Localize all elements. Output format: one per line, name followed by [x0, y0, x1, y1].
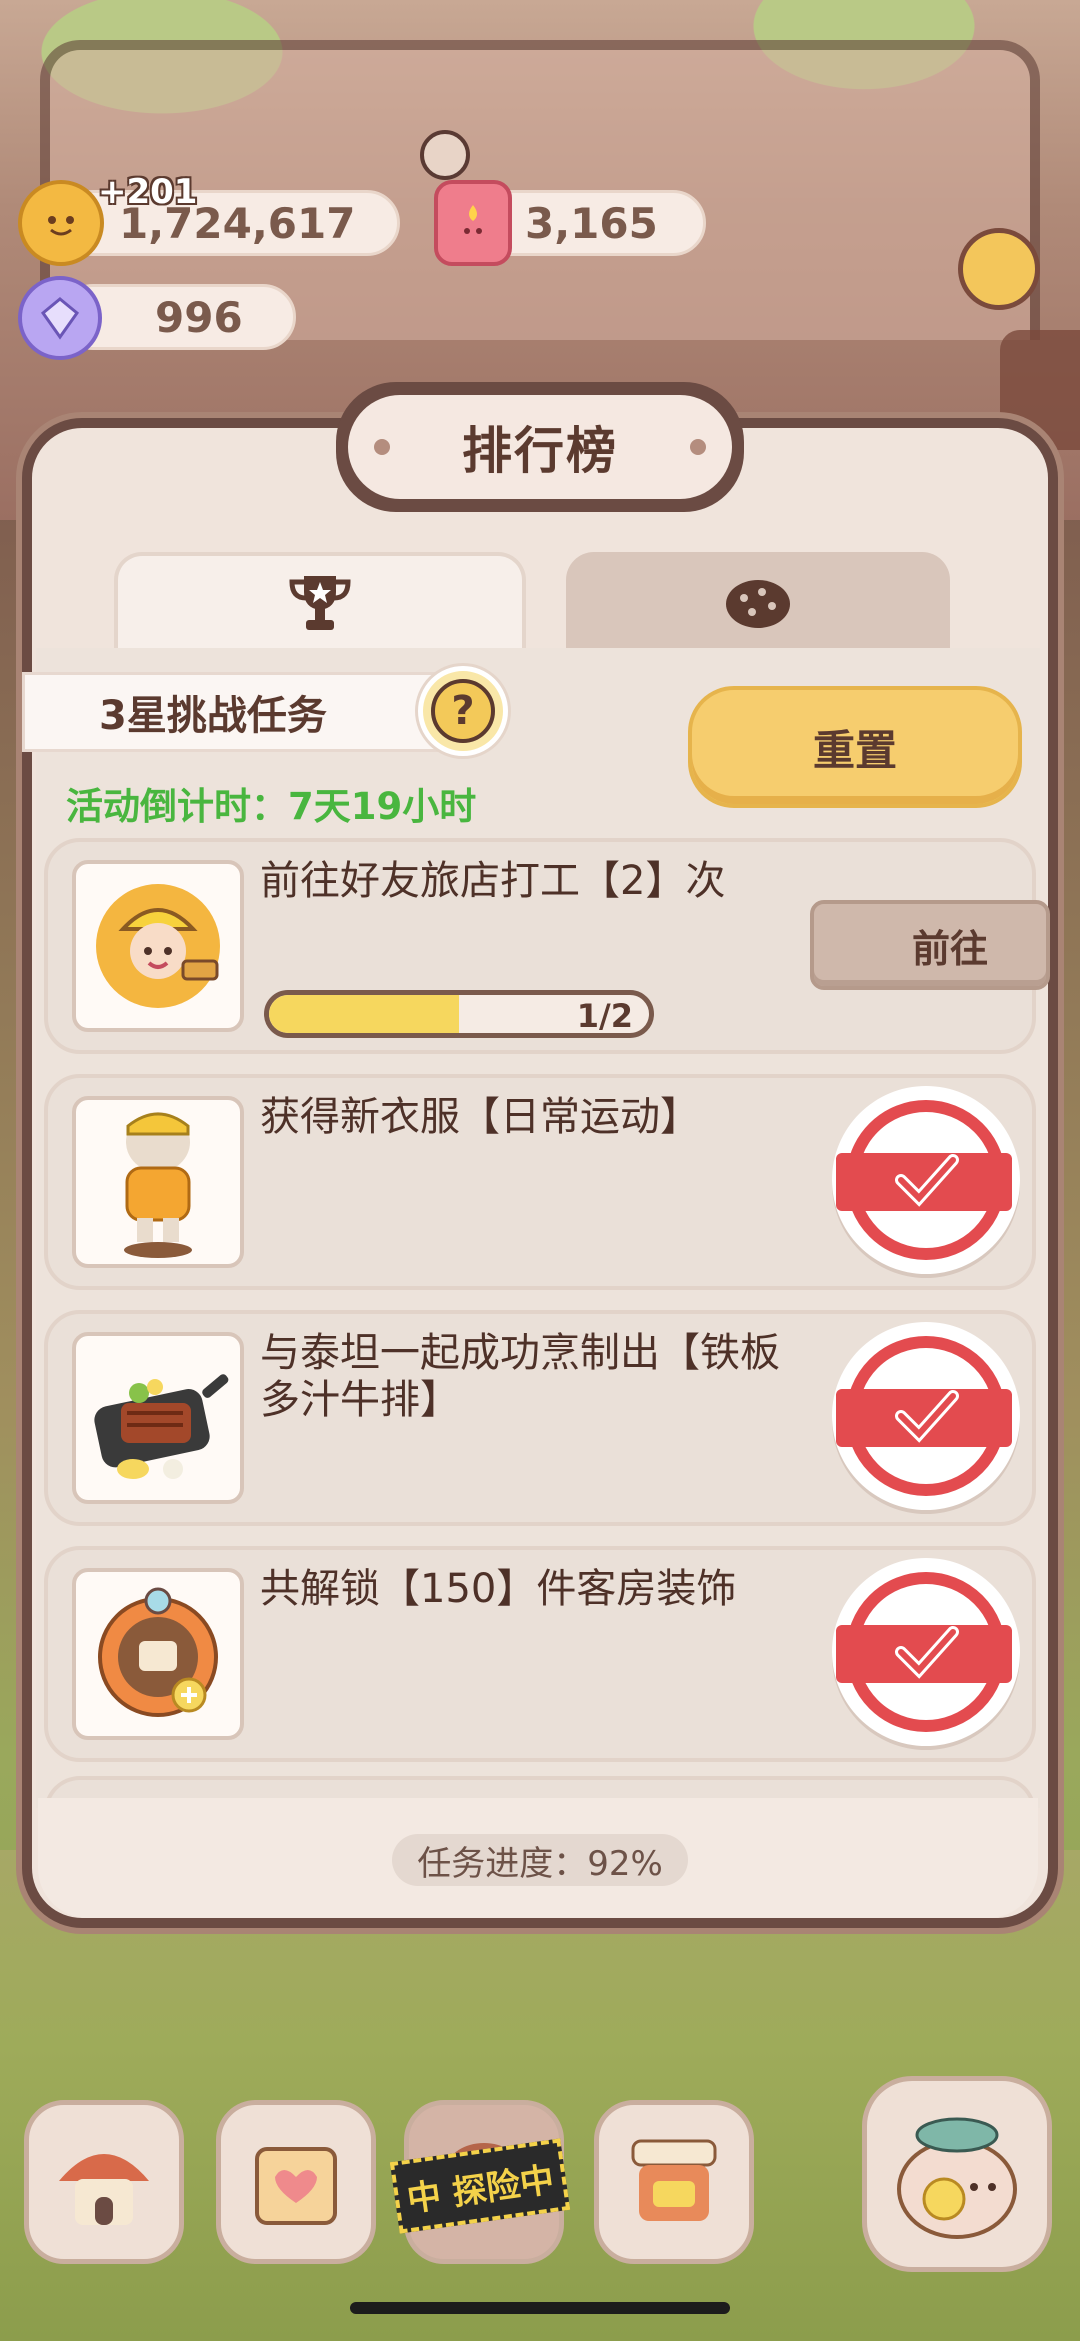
task-row: 前往好友旅店打工【2】次 1/2 前往	[44, 838, 1050, 1054]
tab-cookie[interactable]	[566, 552, 950, 652]
worker-character-icon	[72, 860, 244, 1032]
house-icon	[59, 2154, 149, 2225]
overall-progress-label: 任务进度：92%	[417, 1843, 663, 1884]
candle-icon	[434, 180, 512, 266]
tab-trophy[interactable]	[114, 552, 526, 652]
panel-title: 排行榜	[462, 422, 618, 480]
task-row: 获得新衣服【日常运动】	[44, 1074, 1036, 1290]
nav-calendar-button[interactable]	[216, 2100, 376, 2264]
nav-fish-clock-button[interactable]	[862, 2076, 1052, 2272]
crystal-gem-icon	[18, 276, 102, 360]
furniture-icon	[631, 2139, 717, 2221]
trophy-icon	[289, 576, 351, 630]
coins-gain: +201	[98, 172, 198, 212]
task-progress-bar: 1/2	[264, 990, 654, 1038]
candles-value: 3,165	[525, 198, 658, 248]
flower-decoration	[958, 228, 1040, 310]
decoration-icon	[72, 1568, 244, 1740]
go-label: 前往	[911, 926, 988, 971]
task-description: 获得新衣服【日常运动】	[260, 1094, 700, 1140]
overall-progress: 任务进度：92%	[392, 1834, 688, 1886]
task-description: 前往好友旅店打工【2】次	[260, 858, 726, 904]
steak-dish-icon	[72, 1332, 244, 1504]
challenge-title: 3星挑战任务	[99, 693, 327, 739]
task-row: 共解锁【150】件客房装饰	[44, 1546, 1036, 1762]
progress-fill	[269, 995, 459, 1033]
progress-label: 1/2	[576, 997, 633, 1035]
home-indicator[interactable]	[350, 2302, 730, 2314]
calendar-icon	[255, 2147, 337, 2225]
cookie-coin-icon	[18, 180, 104, 266]
go-button[interactable]: 前往	[810, 900, 1050, 990]
title-plate: 排行榜	[336, 382, 744, 512]
cookie-icon	[726, 580, 790, 628]
nav-house-button[interactable]	[24, 2100, 184, 2264]
reset-label: 重置	[812, 725, 897, 775]
completed-stamp-icon	[832, 1086, 1020, 1274]
nav-furniture-button[interactable]	[594, 2100, 754, 2264]
task-description: 共解锁【150】件客房装饰	[260, 1566, 737, 1612]
task-row: 与泰坦一起成功烹制出【铁板多汁牛排】	[44, 1310, 1036, 1526]
reset-button[interactable]: 重置	[688, 686, 1022, 808]
gems-value: 996	[155, 292, 243, 342]
help-button[interactable]: ?	[418, 666, 508, 756]
outfit-icon	[72, 1096, 244, 1268]
fish-clock-icon	[897, 2117, 1017, 2239]
clock-decoration	[420, 130, 470, 180]
adventure-status-label: 中 探险中	[404, 2159, 557, 2220]
task-description: 与泰坦一起成功烹制出【铁板多汁牛排】	[260, 1330, 780, 1424]
completed-stamp-icon	[832, 1558, 1020, 1746]
completed-stamp-icon	[832, 1322, 1020, 1510]
countdown-text: 活动倒计时：7天19小时	[66, 785, 477, 828]
question-icon: ?	[431, 679, 495, 743]
